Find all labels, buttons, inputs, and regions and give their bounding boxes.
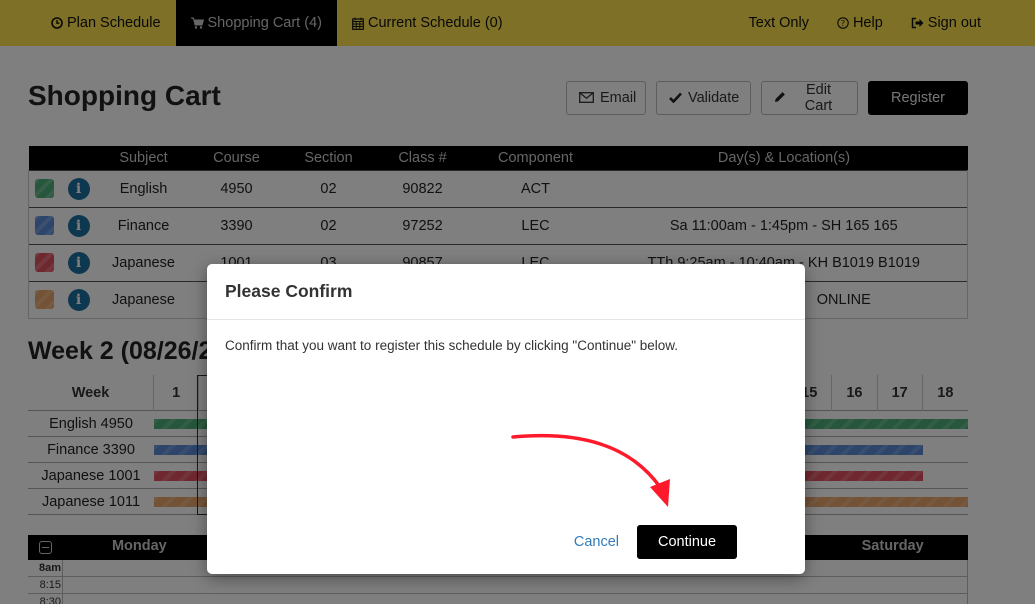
dialog-title: Please Confirm — [225, 281, 353, 301]
cancel-button[interactable]: Cancel — [574, 534, 619, 550]
confirm-dialog: Please Confirm Confirm that you want to … — [207, 264, 805, 574]
dialog-footer: Cancel Continue — [574, 525, 737, 559]
dialog-message: Confirm that you want to register this s… — [225, 338, 679, 353]
dialog-header: Please Confirm — [207, 264, 805, 320]
continue-button[interactable]: Continue — [637, 525, 737, 559]
